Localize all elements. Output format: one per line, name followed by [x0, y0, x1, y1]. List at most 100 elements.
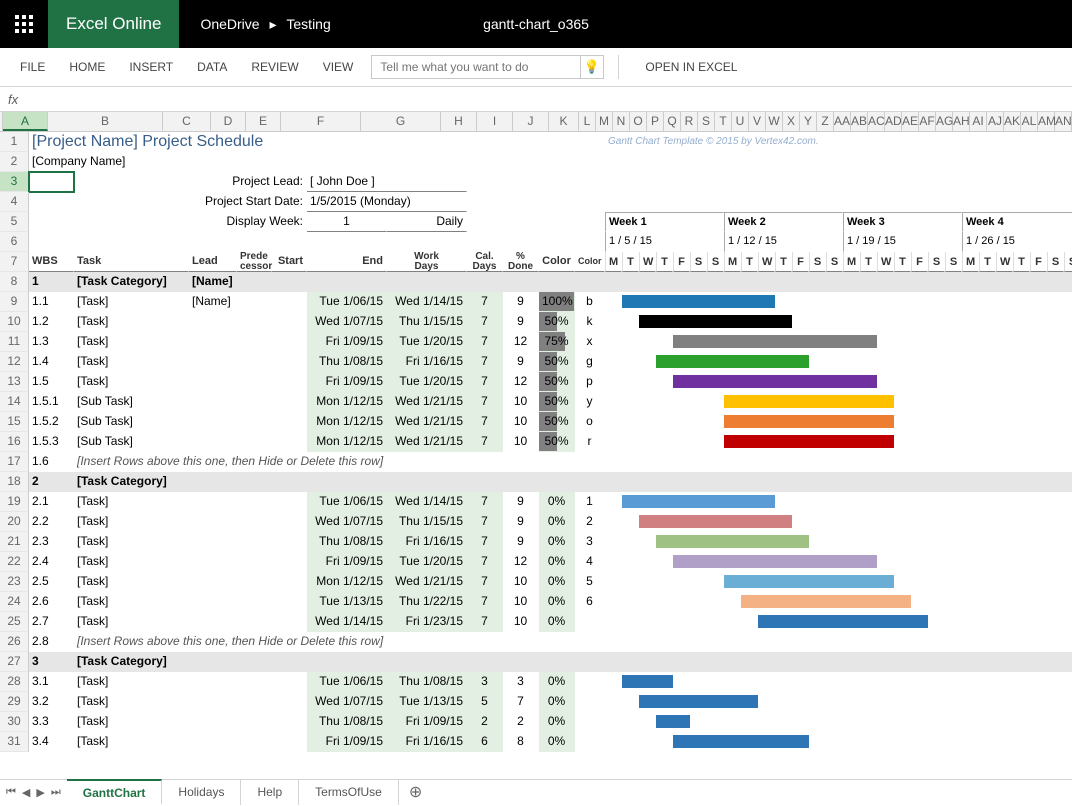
cell[interactable]: 0%: [539, 552, 575, 572]
column-header[interactable]: U: [732, 112, 749, 131]
cell[interactable]: 2: [575, 512, 605, 532]
cell[interactable]: 50%: [539, 352, 575, 372]
cell[interactable]: 7: [467, 332, 503, 352]
cell[interactable]: [237, 432, 272, 452]
column-header[interactable]: I: [477, 112, 513, 131]
tab-data[interactable]: DATA: [185, 60, 239, 74]
cell[interactable]: [189, 672, 237, 692]
gantt-cell[interactable]: [605, 392, 1072, 412]
cell[interactable]: 0%: [539, 612, 575, 632]
cell[interactable]: 50%: [539, 432, 575, 452]
cell[interactable]: 6: [575, 592, 605, 612]
cell[interactable]: [575, 732, 605, 752]
cell[interactable]: 1: [29, 272, 74, 292]
cell[interactable]: [Task]: [74, 372, 189, 392]
cell[interactable]: [503, 472, 539, 492]
cell[interactable]: [237, 732, 272, 752]
cell[interactable]: [272, 292, 307, 312]
gantt-cell[interactable]: [605, 672, 1072, 692]
cell[interactable]: 9: [503, 492, 539, 512]
cell[interactable]: [Task]: [74, 612, 189, 632]
cell[interactable]: [189, 312, 237, 332]
cell[interactable]: [272, 612, 307, 632]
cell[interactable]: 7: [467, 392, 503, 412]
spreadsheet-grid[interactable]: ABCDEFGHIJKLMNOPQRSTUVWXYZAAABACADAEAFAG…: [0, 112, 1072, 779]
cell[interactable]: [189, 512, 237, 532]
column-header[interactable]: C: [163, 112, 211, 131]
gantt-cell[interactable]: [605, 712, 1072, 732]
cell[interactable]: 7: [467, 552, 503, 572]
cell[interactable]: [272, 312, 307, 332]
cell[interactable]: [272, 432, 307, 452]
cell[interactable]: [272, 472, 307, 492]
cell[interactable]: 3: [503, 672, 539, 692]
tab-review[interactable]: REVIEW: [239, 60, 310, 74]
cell[interactable]: Thu 1/08/15: [387, 672, 467, 692]
cell[interactable]: 1/5/2015 (Monday): [307, 192, 467, 212]
gantt-cell[interactable]: [605, 652, 1072, 672]
cell[interactable]: Gantt Chart Template © 2015 by Vertex42.…: [605, 132, 1005, 152]
row-header[interactable]: 19: [0, 492, 29, 512]
row-header[interactable]: 24: [0, 592, 29, 612]
column-header[interactable]: J: [513, 112, 549, 131]
cell[interactable]: 9: [503, 352, 539, 372]
tab-file[interactable]: FILE: [8, 60, 57, 74]
row-header[interactable]: 23: [0, 572, 29, 592]
column-header[interactable]: N: [613, 112, 630, 131]
cell[interactable]: [Project Name] Project Schedule: [29, 132, 467, 152]
cell[interactable]: [189, 592, 237, 612]
cell[interactable]: 1.2: [29, 312, 74, 332]
row-header[interactable]: 18: [0, 472, 29, 492]
cell[interactable]: [272, 492, 307, 512]
cell[interactable]: Color: [575, 252, 605, 272]
cell[interactable]: 1.1: [29, 292, 74, 312]
cell[interactable]: [272, 672, 307, 692]
cell[interactable]: T: [622, 252, 639, 272]
cell[interactable]: Fri 1/09/15: [307, 552, 387, 572]
cell[interactable]: [272, 592, 307, 612]
cell[interactable]: [ John Doe ]: [307, 172, 467, 192]
cell[interactable]: [307, 472, 387, 492]
breadcrumb-folder[interactable]: Testing: [286, 16, 330, 32]
cell[interactable]: 0%: [539, 492, 575, 512]
cell[interactable]: 1: [307, 212, 387, 232]
tell-me-input[interactable]: [371, 55, 581, 79]
cell[interactable]: [Task]: [74, 732, 189, 752]
cell[interactable]: 50%: [539, 392, 575, 412]
cell[interactable]: 2.6: [29, 592, 74, 612]
cell[interactable]: [575, 712, 605, 732]
cell[interactable]: Thu 1/15/15: [387, 312, 467, 332]
gantt-cell[interactable]: [605, 552, 1072, 572]
cell[interactable]: [272, 732, 307, 752]
cell[interactable]: %Done: [503, 252, 539, 272]
cell[interactable]: Thu 1/08/15: [307, 352, 387, 372]
cell[interactable]: 7: [467, 592, 503, 612]
column-header[interactable]: G: [361, 112, 441, 131]
cell[interactable]: Fri 1/09/15: [387, 712, 467, 732]
cell[interactable]: [189, 392, 237, 412]
cell[interactable]: Wed 1/14/15: [387, 492, 467, 512]
column-header[interactable]: P: [647, 112, 664, 131]
cell[interactable]: 50%: [539, 312, 575, 332]
cell[interactable]: [503, 652, 539, 672]
cell[interactable]: [189, 432, 237, 452]
column-header[interactable]: AH: [953, 112, 970, 131]
cell[interactable]: x: [575, 332, 605, 352]
gantt-cell[interactable]: [605, 292, 1072, 312]
cell[interactable]: Fri 1/09/15: [307, 372, 387, 392]
cell[interactable]: [Name]: [189, 292, 237, 312]
cell[interactable]: [Insert Rows above this one, then Hide o…: [74, 452, 467, 472]
cell[interactable]: 1 / 12 / 15: [724, 232, 843, 252]
cell[interactable]: Display Week:: [74, 212, 307, 232]
cell[interactable]: [Task]: [74, 292, 189, 312]
cell[interactable]: S: [1064, 252, 1072, 272]
last-sheet-icon[interactable]: ⏭: [51, 786, 61, 799]
cell[interactable]: 7: [467, 352, 503, 372]
cell[interactable]: 7: [467, 432, 503, 452]
cell[interactable]: [237, 652, 272, 672]
column-header[interactable]: T: [715, 112, 732, 131]
row-header[interactable]: 17: [0, 452, 29, 472]
cell[interactable]: g: [575, 352, 605, 372]
cell[interactable]: M: [962, 252, 979, 272]
cell[interactable]: 12: [503, 332, 539, 352]
